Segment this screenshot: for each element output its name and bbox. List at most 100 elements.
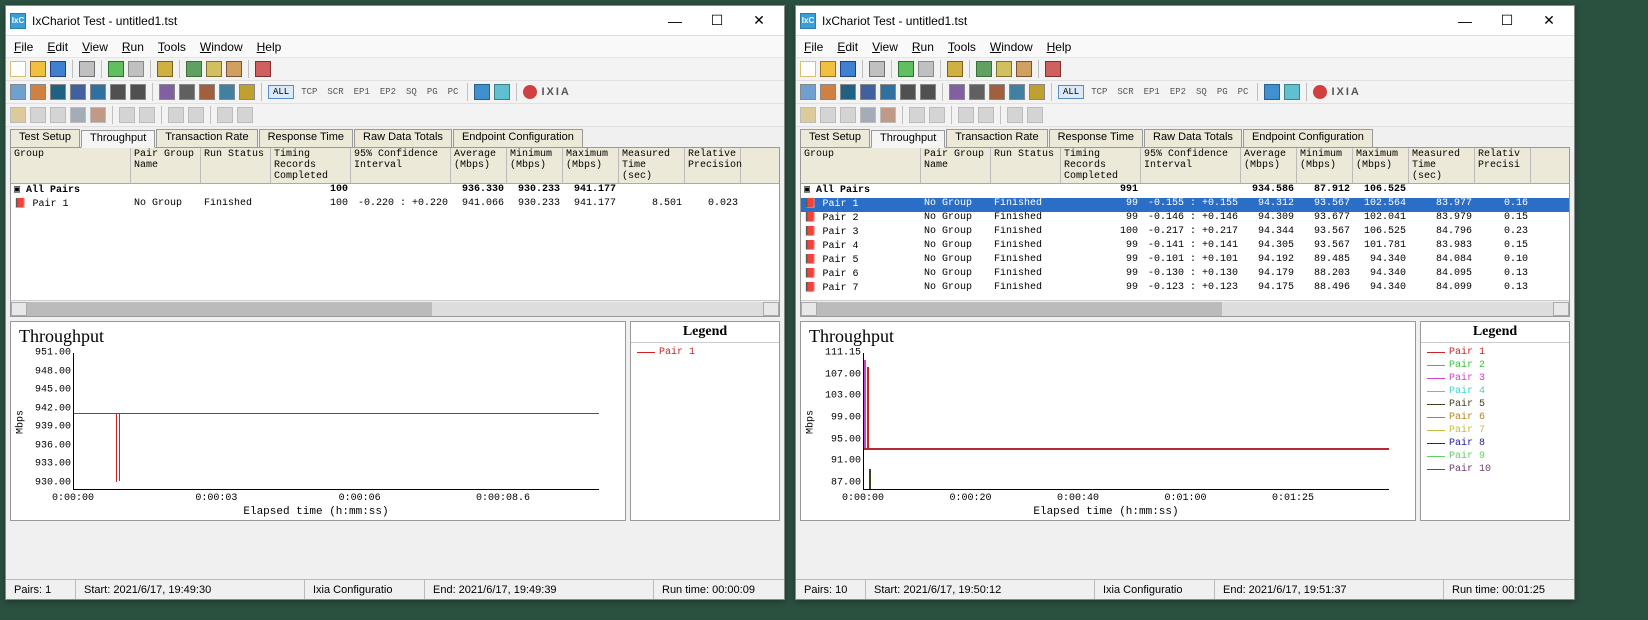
net-icon[interactable] [860,84,876,100]
tab-test-setup[interactable]: Test Setup [800,129,870,147]
sep2-icon[interactable] [119,107,135,123]
legend-item[interactable]: Pair 7 [1427,424,1563,437]
scroll-right-icon[interactable] [1553,302,1569,316]
open-icon[interactable] [30,61,46,77]
scr-button[interactable]: SCR [324,86,346,98]
legend-item[interactable]: Pair 2 [1427,359,1563,372]
pal2-icon[interactable] [880,107,896,123]
menu-window[interactable]: Window [990,40,1033,54]
img-icon[interactable] [860,107,876,123]
tab-test-setup[interactable]: Test Setup [10,129,80,147]
pal-icon[interactable] [199,84,215,100]
tcp-button[interactable]: TCP [1088,86,1110,98]
col-header[interactable]: Relative Precision [685,148,741,183]
legend-item[interactable]: Pair 5 [1427,398,1563,411]
titlebar[interactable]: IxCIxChariot Test - untitled1.tst—☐✕ [796,6,1574,36]
scroll-left-icon[interactable] [11,302,27,316]
all-button[interactable]: ALL [1058,85,1084,99]
col-header[interactable]: Pair Group Name [921,148,991,183]
table-row[interactable]: 📕 Pair 1No GroupFinished100-0.220 : +0.2… [11,198,779,212]
sep6-icon[interactable] [237,107,253,123]
menu-tools[interactable]: Tools [158,40,186,54]
copy-icon[interactable] [206,61,222,77]
del-icon[interactable] [1016,61,1032,77]
col-header[interactable]: Average (Mbps) [451,148,507,183]
menu-run[interactable]: Run [912,40,934,54]
col-header[interactable]: Maximum (Mbps) [563,148,619,183]
ep1-button[interactable]: EP1 [1141,86,1163,98]
table-row[interactable]: 📕 Pair 1No GroupFinished99-0.155 : +0.15… [801,198,1569,212]
sep2-icon[interactable] [909,107,925,123]
tab-transaction-rate[interactable]: Transaction Rate [156,129,257,147]
menu-edit[interactable]: Edit [837,40,858,54]
sep5-icon[interactable] [217,107,233,123]
scroll-left-icon[interactable] [801,302,817,316]
tab-throughput[interactable]: Throughput [871,130,945,148]
col-header[interactable]: Measured Time (sec) [1409,148,1475,183]
grid2-icon[interactable] [168,107,184,123]
table-row[interactable]: 📕 Pair 4No GroupFinished99-0.141 : +0.14… [801,240,1569,254]
col-header[interactable]: Maximum (Mbps) [1353,148,1409,183]
col-header[interactable]: Run Status [201,148,271,183]
sq-button[interactable]: SQ [1193,86,1210,98]
sep3-icon[interactable] [139,107,155,123]
scr-button[interactable]: SCR [1114,86,1136,98]
col-header[interactable]: Run Status [991,148,1061,183]
flow-icon[interactable] [30,84,46,100]
cam1-icon[interactable] [900,84,916,100]
table-row[interactable]: 📕 Pair 3No GroupFinished100-0.217 : +0.2… [801,226,1569,240]
star-icon[interactable] [1029,84,1045,100]
pen-icon[interactable] [159,84,175,100]
menu-edit[interactable]: Edit [47,40,68,54]
print-icon[interactable] [869,61,885,77]
legend-item[interactable]: Pair 4 [1427,385,1563,398]
hscrollbar[interactable] [801,300,1569,316]
menu-help[interactable]: Help [1047,40,1072,54]
tab-endpoint-configuration[interactable]: Endpoint Configuration [453,129,583,147]
col-header[interactable]: 95% Confidence Interval [351,148,451,183]
x-icon[interactable] [255,61,271,77]
titlebar[interactable]: IxCIxChariot Test - untitled1.tst—☐✕ [6,6,784,36]
menu-file[interactable]: File [14,40,33,54]
col-header[interactable]: Timing Records Completed [1061,148,1141,183]
legend-item[interactable]: Pair 8 [1427,437,1563,450]
pal2-icon[interactable] [90,107,106,123]
tv-icon[interactable] [50,84,66,100]
tab-throughput[interactable]: Throughput [81,130,155,148]
pen-icon[interactable] [949,84,965,100]
pc-button[interactable]: PC [445,86,462,98]
del-icon[interactable] [226,61,242,77]
stop-icon[interactable] [128,61,144,77]
key-icon[interactable] [947,61,963,77]
menu-run[interactable]: Run [122,40,144,54]
legend-item[interactable]: Pair 1 [1427,346,1563,359]
col-header[interactable]: Relativ Precisi [1475,148,1531,183]
menu-help[interactable]: Help [257,40,282,54]
sep5-icon[interactable] [1007,107,1023,123]
col-header[interactable]: Minimum (Mbps) [507,148,563,183]
legend-item[interactable]: Pair 1 [637,346,773,359]
x-icon[interactable] [1045,61,1061,77]
menu-window[interactable]: Window [200,40,243,54]
gray1-icon[interactable] [820,107,836,123]
minimize-button[interactable]: — [1444,9,1486,33]
gray2-icon[interactable] [50,107,66,123]
menu-file[interactable]: File [804,40,823,54]
table-row[interactable]: 📕 Pair 2No GroupFinished99-0.146 : +0.14… [801,212,1569,226]
box-icon[interactable] [800,107,816,123]
open-icon[interactable] [820,61,836,77]
print-icon[interactable] [79,61,95,77]
close-button[interactable]: ✕ [1528,9,1570,33]
star-icon[interactable] [239,84,255,100]
menu-tools[interactable]: Tools [948,40,976,54]
key-icon[interactable] [157,61,173,77]
menu-view[interactable]: View [82,40,108,54]
table-row[interactable]: 📕 Pair 6No GroupFinished99-0.130 : +0.13… [801,268,1569,282]
col-header[interactable]: Timing Records Completed [271,148,351,183]
col-header[interactable]: Measured Time (sec) [619,148,685,183]
cam1-icon[interactable] [110,84,126,100]
minimize-button[interactable]: — [654,9,696,33]
col-header[interactable]: Pair Group Name [131,148,201,183]
col-header[interactable]: Group [801,148,921,183]
pg-button[interactable]: PG [424,86,441,98]
